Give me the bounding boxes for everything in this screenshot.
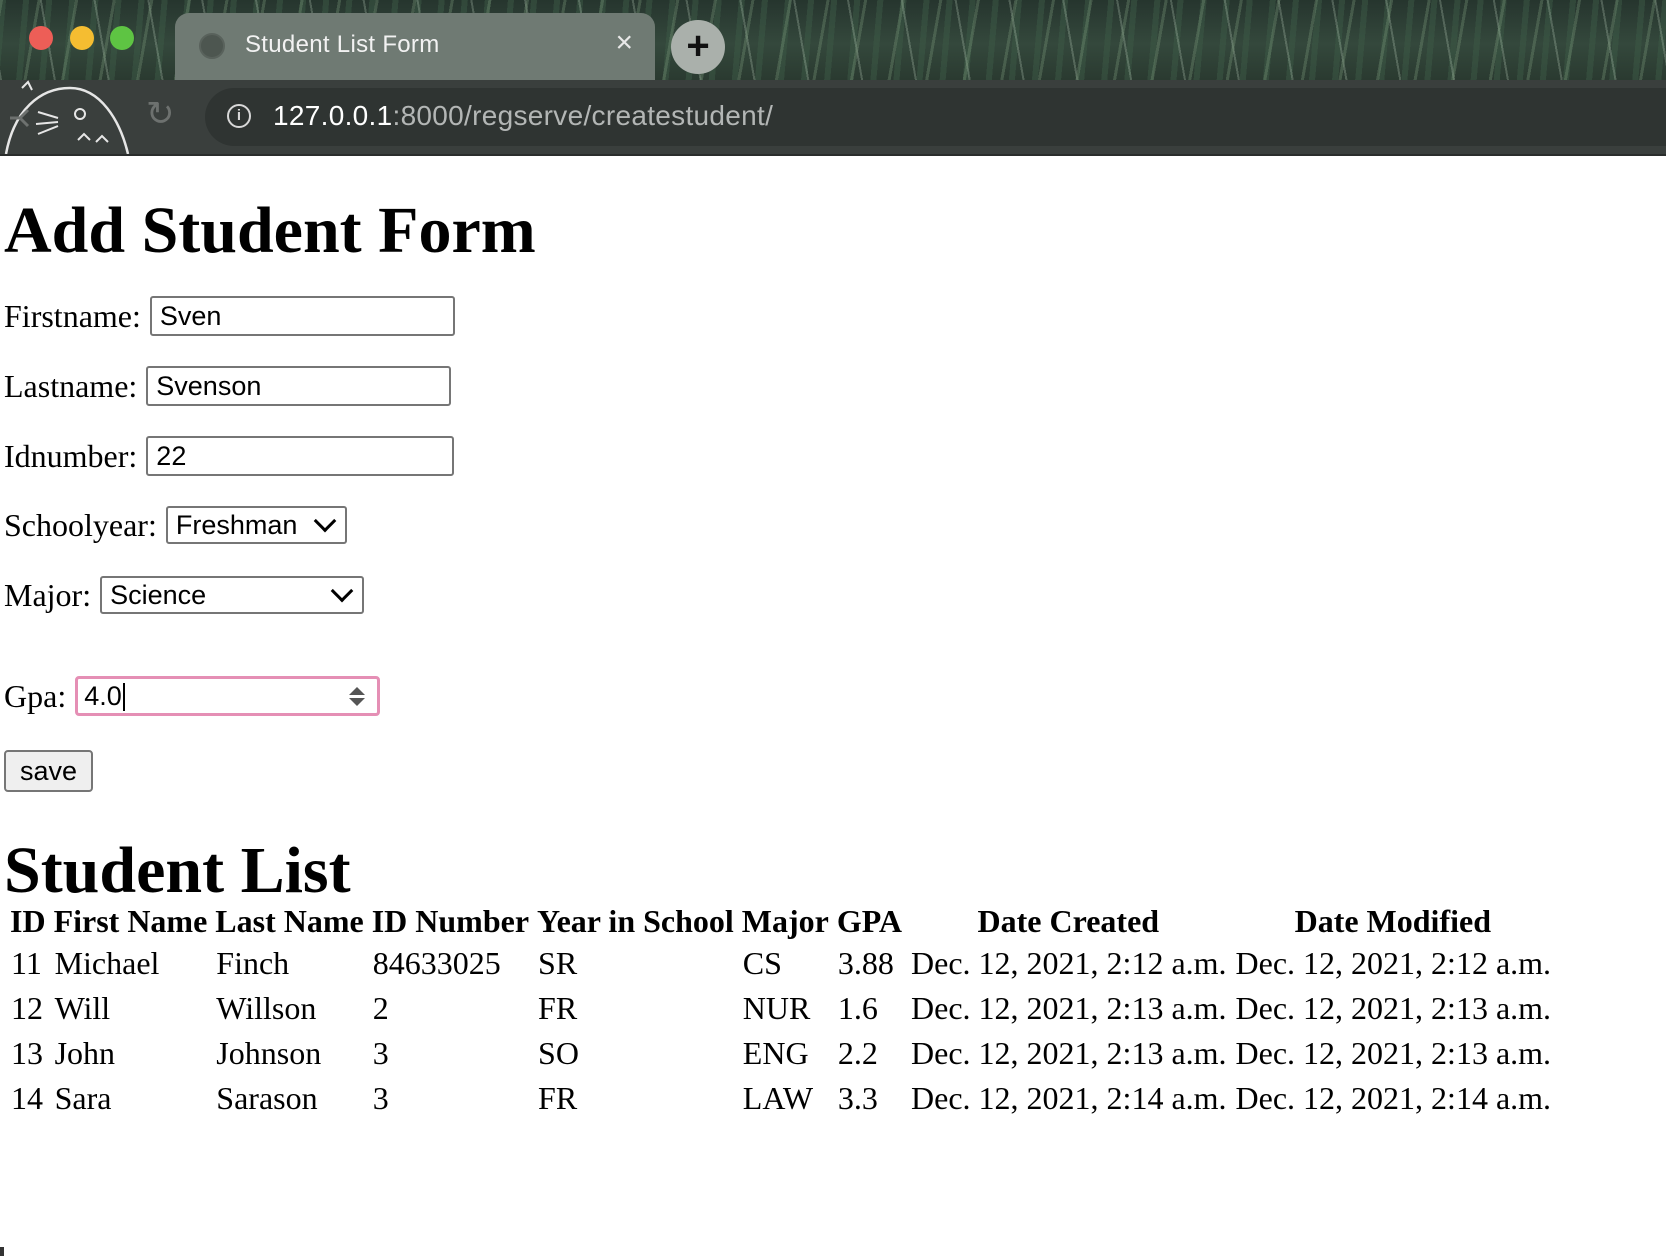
table-cell: Dec. 12, 2021, 2:13 a.m.: [911, 1035, 1227, 1071]
table-cell: Willson: [216, 990, 317, 1026]
table-cell: Will: [54, 990, 111, 1026]
idnumber-input[interactable]: [146, 436, 455, 476]
column-header: Date Created: [977, 903, 1160, 939]
column-header: ID Number: [371, 903, 530, 939]
table-cell: LAW: [742, 1080, 814, 1116]
table-cell: SO: [538, 1035, 579, 1071]
window-minimize-button[interactable]: [70, 26, 94, 50]
chevron-down-icon: [330, 579, 354, 603]
table-cell: Dec. 12, 2021, 2:13 a.m.: [1235, 1035, 1552, 1071]
table-header-row: ID First Name Last Name ID Number Year i…: [8, 903, 1553, 940]
browser-toolbar: ↻ i 127.0.0.1:8000/regserve/createstuden…: [0, 80, 1666, 156]
lastname-input[interactable]: [146, 366, 452, 406]
table-cell: 2: [372, 990, 389, 1026]
window-close-button[interactable]: [29, 26, 53, 50]
theme-artwork: [4, 80, 130, 154]
table-cell: Dec. 12, 2021, 2:12 a.m.: [911, 945, 1227, 981]
table-cell: NUR: [742, 990, 811, 1026]
column-header: Major: [741, 903, 829, 939]
table-cell: Sarason: [216, 1080, 318, 1116]
major-value: Science: [110, 579, 207, 610]
table-row: 11 Michael Finch 84633025 SR CS 3.88 Dec…: [8, 942, 1553, 985]
table-cell: 3.88: [837, 945, 894, 981]
gpa-value: 4.0: [84, 680, 122, 711]
table-cell: 13: [11, 1035, 43, 1071]
table-cell: 11: [11, 945, 42, 981]
table-row: 13 John Johnson 3 SO ENG 2.2 Dec. 12, 20…: [8, 1032, 1553, 1075]
student-table: ID First Name Last Name ID Number Year i…: [4, 901, 1557, 1122]
table-cell: 84633025: [372, 945, 501, 981]
browser-tab[interactable]: Student List Form ×: [175, 13, 655, 80]
major-row: Major: Science: [4, 576, 365, 614]
firstname-row: Firstname:: [4, 296, 455, 336]
table-row: 14 Sara Sarason 3 FR LAW 3.3 Dec. 12, 20…: [8, 1077, 1553, 1120]
address-bar[interactable]: i 127.0.0.1:8000/regserve/createstudent/: [205, 88, 1666, 146]
table-cell: 3.3: [837, 1080, 878, 1116]
major-label: Major:: [4, 576, 92, 613]
window-zoom-button[interactable]: [110, 26, 134, 50]
table-cell: Dec. 12, 2021, 2:14 a.m.: [911, 1080, 1227, 1116]
gpa-row: Gpa: 4.0: [4, 676, 381, 716]
table-cell: Michael: [54, 945, 160, 981]
url-text[interactable]: 127.0.0.1:8000/regserve/createstudent/: [273, 100, 773, 132]
reload-icon[interactable]: ↻: [146, 94, 175, 134]
schoolyear-value: Freshman: [175, 509, 298, 540]
schoolyear-label: Schoolyear:: [4, 506, 157, 543]
lastname-label: Lastname:: [4, 367, 138, 404]
table-cell: 2.2: [837, 1035, 878, 1071]
globe-icon: [199, 33, 225, 59]
table-row: 12 Will Willson 2 FR NUR 1.6 Dec. 12, 20…: [8, 987, 1553, 1030]
table-cell: FR: [538, 990, 578, 1026]
gpa-input[interactable]: 4.0: [75, 676, 381, 716]
table-cell: FR: [538, 1080, 578, 1116]
text-caret: [122, 683, 125, 712]
firstname-label: Firstname:: [4, 297, 141, 334]
schoolyear-row: Schoolyear: Freshman: [4, 506, 347, 544]
table-cell: Johnson: [216, 1035, 322, 1071]
table-cell: SR: [538, 945, 578, 981]
chevron-down-icon: [313, 509, 337, 533]
table-cell: 1.6: [837, 990, 878, 1026]
table-cell: Sara: [54, 1080, 112, 1116]
add-student-heading: Add Student Form: [4, 194, 536, 267]
column-header: Last Name: [215, 903, 364, 939]
column-header: Date Modified: [1294, 903, 1491, 939]
firstname-input[interactable]: [149, 296, 455, 336]
table-cell: Dec. 12, 2021, 2:14 a.m.: [1235, 1080, 1552, 1116]
column-header: GPA: [836, 903, 903, 939]
table-cell: ENG: [742, 1035, 809, 1071]
table-cell: Dec. 12, 2021, 2:13 a.m.: [1235, 990, 1552, 1026]
table-cell: Dec. 12, 2021, 2:13 a.m.: [911, 990, 1227, 1026]
close-icon[interactable]: ×: [615, 26, 633, 60]
tab-strip: Student List Form × +: [0, 0, 1666, 80]
url-host: 127.0.0.1: [273, 100, 393, 131]
column-header: ID: [10, 903, 46, 939]
save-button[interactable]: save: [4, 750, 94, 792]
column-header: First Name: [53, 903, 208, 939]
table-cell: Finch: [216, 945, 290, 981]
table-cell: 3: [372, 1080, 389, 1116]
tab-title: Student List Form: [245, 31, 440, 58]
table-cell: John: [54, 1035, 116, 1071]
student-list-heading: Student List: [4, 834, 351, 907]
gpa-label: Gpa:: [4, 677, 67, 714]
table-cell: Dec. 12, 2021, 2:12 a.m.: [1235, 945, 1552, 981]
idnumber-row: Idnumber:: [4, 436, 455, 476]
idnumber-label: Idnumber:: [4, 437, 138, 474]
table-cell: 3: [372, 1035, 389, 1071]
url-path: :8000/regserve/createstudent/: [392, 100, 774, 131]
window-corner: [0, 1247, 4, 1256]
table-cell: CS: [742, 945, 782, 981]
new-tab-button[interactable]: +: [671, 20, 725, 74]
spinner-icon[interactable]: [349, 686, 366, 706]
column-header: Year in School: [537, 903, 734, 939]
lastname-row: Lastname:: [4, 366, 452, 406]
table-cell: 12: [11, 990, 43, 1026]
info-icon[interactable]: i: [227, 104, 251, 128]
major-select[interactable]: Science: [100, 576, 365, 614]
table-cell: 14: [11, 1080, 43, 1116]
schoolyear-select[interactable]: Freshman: [165, 506, 347, 544]
